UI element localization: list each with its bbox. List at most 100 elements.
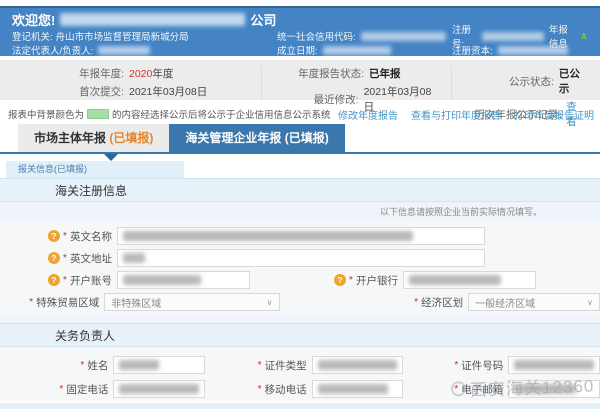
year-suffix: 年度 — [152, 68, 173, 80]
customs-info-title: 海关注册信息 — [0, 178, 600, 202]
year-value: 2020 — [129, 68, 152, 80]
reg-authority: 登记机关: 舟山市市场监督管理局新城分局 — [12, 29, 277, 43]
last-modified-label: 最近修改: — [276, 92, 359, 107]
tab-status: (已填报) — [285, 131, 329, 145]
economic-zone-value: 一般经济区域 — [475, 295, 535, 310]
landline-input[interactable] — [113, 380, 205, 398]
company-suffix: 公司 — [250, 10, 276, 29]
view-print-report-link[interactable]: 查看与打印年度报告 — [411, 107, 501, 122]
bank-name-label: 开户银行 — [356, 273, 398, 288]
required-mark: * — [258, 383, 262, 395]
special-trade-zone-value: 非特殊区域 — [111, 295, 161, 310]
notice-row: 报表中背景颜色为 的内容经选择公示后将公示于企业信用信息公示系统 修改年度报告 … — [0, 104, 600, 124]
reg-authority-label: 登记机关: — [12, 29, 53, 43]
tab-market-entity-report[interactable]: 市场主体年报 (已填报) — [18, 124, 169, 152]
print-certificate-link[interactable]: 打印年度报告证明 — [514, 107, 594, 122]
annual-report-page: 欢迎您! 公司 登记机关: 舟山市市场监督管理局新城分局 统一社会信用代码: 注… — [0, 0, 600, 409]
help-icon[interactable]: ? — [48, 252, 60, 264]
english-name-input[interactable] — [117, 227, 485, 245]
bank-name-input[interactable] — [403, 271, 536, 289]
id-number-label: 证件号码 — [461, 358, 503, 373]
credit-code: 统一社会信用代码: — [277, 29, 452, 43]
notice-text-before: 报表中背景颜色为 — [8, 107, 84, 121]
economic-zone-select[interactable]: 一般经济区域 ∨ — [468, 293, 600, 311]
id-number-input[interactable] — [508, 356, 600, 374]
first-submit-label: 首次提交: — [62, 84, 124, 99]
redacted-value — [514, 384, 576, 394]
required-mark: * — [258, 359, 262, 371]
redacted-establish-date — [323, 46, 391, 55]
id-type-label: 证件类型 — [265, 358, 307, 373]
legal-rep: 法定代表人/负责人: — [12, 43, 277, 57]
caret-up-icon: ∧ — [580, 31, 588, 42]
chevron-down-icon: ∨ — [267, 298, 273, 307]
modify-report-link[interactable]: 修改年度报告 — [338, 107, 398, 122]
help-icon[interactable]: ? — [48, 230, 60, 242]
id-type-select[interactable] — [312, 356, 404, 374]
report-action-links: 修改年度报告 查看与打印年度报告 打印年度报告证明 — [338, 107, 594, 122]
subtab-customs-declaration-info[interactable]: 报关信息(已填报) — [6, 161, 184, 178]
reg-capital: 注册资本: — [452, 43, 588, 57]
redacted-value — [123, 275, 201, 285]
header-meta-row-1: 登记机关: 舟山市市场监督管理局新城分局 统一社会信用代码: 注册号: 年报信息… — [12, 29, 588, 43]
status-col-report: 年度报告状态: 已年报 最近修改: 2021年03月08日 — [262, 66, 452, 100]
email-input[interactable] — [508, 380, 600, 398]
subtab-row: 报关信息(已填报) — [0, 154, 600, 178]
redacted-company-name — [60, 13, 245, 26]
notice-text-after: 的内容经选择公示后将公示于企业信用信息公示系统 — [112, 107, 331, 121]
company-header: 欢迎您! 公司 登记机关: 舟山市市场监督管理局新城分局 统一社会信用代码: 注… — [0, 6, 600, 56]
publicity-status-label: 公示状态: — [466, 74, 554, 89]
required-mark: * — [59, 383, 63, 395]
credit-code-label: 统一社会信用代码: — [277, 29, 356, 43]
required-mark: * — [63, 252, 67, 264]
year-label: 年报年度: — [62, 66, 124, 81]
officer-name-label: 姓名 — [87, 358, 108, 373]
redacted-value — [119, 360, 159, 370]
tab-customs-enterprise-report[interactable]: 海关管理企业年报 (已填报) — [169, 124, 344, 152]
help-icon[interactable]: ? — [48, 274, 60, 286]
redacted-value — [409, 275, 501, 285]
required-mark: * — [63, 274, 67, 286]
special-trade-zone-select[interactable]: 非特殊区域 ∨ — [104, 293, 279, 311]
green-highlight-swatch — [87, 109, 109, 119]
mobile-label: 移动电话 — [265, 382, 307, 397]
required-mark: * — [80, 359, 84, 371]
required-mark: * — [454, 359, 458, 371]
reg-authority-value: 舟山市市场监督管理局新城分局 — [56, 29, 189, 43]
customs-info-panel: 海关注册信息 以下信息请按照企业当前实际情况填写。 ? * 英文名称 ? * 英… — [0, 178, 600, 401]
welcome-text: 欢迎您! — [12, 10, 55, 29]
fill-hint: 以下信息请按照企业当前实际情况填写。 — [0, 202, 600, 222]
required-mark: * — [63, 230, 67, 242]
tab-label: 海关管理企业年报 — [185, 131, 281, 145]
publicity-notice: 报表中背景颜色为 的内容经选择公示后将公示于企业信用信息公示系统 — [8, 107, 331, 121]
landline-label: 固定电话 — [66, 382, 108, 397]
first-submit-value: 2021年03月08日 — [129, 84, 207, 99]
required-mark: * — [454, 383, 458, 395]
redacted-reg-capital — [498, 46, 568, 55]
header-meta-row-2: 法定代表人/负责人: 成立日期: 注册资本: — [12, 43, 588, 57]
status-col-publicity: 公示状态: 已公示 历次年报公示记录: 查看 — [452, 66, 600, 100]
pointer-triangle-icon — [104, 154, 118, 161]
help-icon[interactable]: ? — [334, 274, 346, 286]
tab-status: (已填报) — [109, 131, 153, 145]
officer-name-input[interactable] — [113, 356, 205, 374]
redacted-value — [318, 360, 398, 370]
bank-account-input[interactable] — [117, 271, 250, 289]
report-status-label: 年度报告状态: — [276, 66, 364, 81]
required-mark: * — [29, 296, 33, 308]
mobile-input[interactable] — [312, 380, 404, 398]
economic-zone-label: 经济区划 — [421, 295, 463, 310]
special-trade-zone-label: 特殊贸易区域 — [36, 295, 99, 310]
report-status-value: 已年报 — [369, 66, 401, 81]
customs-officer-form: * 姓名 * 证件类型 * 证件号码 * 固定电话 — [0, 347, 600, 401]
customs-officer-title: 关务负责人 — [0, 323, 600, 347]
legal-rep-label: 法定代表人/负责人: — [12, 43, 93, 57]
bank-account-label: 开户账号 — [70, 273, 112, 288]
redacted-legal-rep — [98, 46, 150, 55]
required-mark: * — [414, 296, 418, 308]
bottom-strip — [0, 403, 600, 409]
english-address-input[interactable] — [117, 249, 485, 267]
redacted-value — [119, 384, 199, 394]
publicity-status-value: 已公示 — [559, 66, 586, 96]
redacted-value — [123, 253, 145, 263]
